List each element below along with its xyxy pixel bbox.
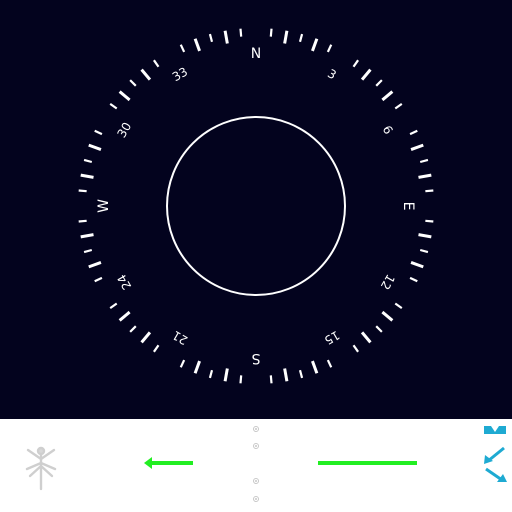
compass-tick [94, 276, 103, 283]
compass-tick [208, 369, 214, 379]
compass-tick [88, 261, 102, 269]
inner-ring [166, 116, 346, 296]
indicator-dot [253, 426, 259, 432]
compass-tick [152, 344, 160, 353]
compass-tick [129, 325, 137, 333]
compass-tick [409, 276, 418, 283]
compass-screen: N E S W 3 6 12 15 21 24 30 33 [0, 0, 512, 512]
bearing-label: 24 [114, 272, 134, 292]
compass-tick [83, 248, 93, 254]
compass-tick [94, 129, 103, 136]
compass-tick [352, 344, 360, 353]
compass-tick [109, 302, 118, 310]
compass-tick [109, 102, 118, 110]
compass-tick [410, 261, 424, 269]
compass-tick [311, 38, 319, 52]
compass-tick [419, 248, 429, 254]
compass-tick [425, 219, 434, 223]
compass-tick [394, 302, 403, 310]
cardinal-label: E [400, 202, 416, 211]
compass-tick [193, 38, 201, 52]
compass-tick [80, 173, 94, 179]
compass-tick [152, 59, 160, 68]
compass-tick [326, 44, 333, 53]
compass-tick [375, 325, 383, 333]
bearing-label: 3 [325, 66, 339, 82]
cardinal-label: W [96, 199, 112, 213]
compass-tick [409, 129, 418, 136]
bearing-label: 15 [322, 328, 342, 348]
compass-tick [381, 90, 394, 102]
compass-tick [193, 360, 201, 374]
cardinal-label: N [251, 46, 261, 62]
compass-tick [140, 331, 152, 344]
compass-tick [179, 359, 186, 368]
compass-tick [223, 30, 229, 44]
compass-tick [118, 310, 131, 322]
indicator-dot [253, 443, 259, 449]
compass-tick [129, 79, 137, 87]
compass-tick [360, 331, 372, 344]
compass-tick [269, 375, 273, 384]
bearing-label: 21 [170, 328, 190, 348]
compass-tick [410, 143, 424, 151]
indicator-dot [253, 478, 259, 484]
indicator-dot [253, 496, 259, 502]
compass-tick [394, 102, 403, 110]
compass-tick [425, 189, 434, 193]
compass-tick [239, 28, 243, 37]
compass-tick [418, 233, 432, 239]
cardinal-label: S [251, 350, 260, 366]
compass-dial: N E S W 3 6 12 15 21 24 30 33 [78, 28, 434, 384]
compass-tick [269, 28, 273, 37]
dragonfly-icon[interactable] [24, 446, 58, 492]
compass-tick [418, 173, 432, 179]
progress-line [318, 461, 417, 465]
bearing-label: 6 [380, 123, 396, 137]
left-arrow-icon[interactable] [142, 456, 194, 470]
compass-tick [88, 143, 102, 151]
bearing-label: 30 [114, 120, 134, 140]
compass-tick [283, 368, 289, 382]
compass-tick [352, 59, 360, 68]
compass-tick [360, 68, 372, 81]
compass-tick [298, 369, 304, 379]
compass-tick [80, 233, 94, 239]
collapse-arrows-icon[interactable] [482, 424, 508, 482]
bearing-label: 33 [170, 64, 190, 84]
compass-tick [239, 375, 243, 384]
compass-tick [326, 359, 333, 368]
compass-tick [311, 360, 319, 374]
compass-tick [208, 33, 214, 43]
compass-tick [419, 158, 429, 164]
compass-tick [83, 158, 93, 164]
compass-tick [78, 189, 87, 193]
compass-tick [179, 44, 186, 53]
compass-tick [223, 368, 229, 382]
compass-tick [381, 310, 394, 322]
compass-tick [283, 30, 289, 44]
compass-ticks [78, 28, 434, 384]
compass-tick [375, 79, 383, 87]
compass-tick [78, 219, 87, 223]
compass-view: N E S W 3 6 12 15 21 24 30 33 [0, 0, 512, 419]
bottom-control-bar [0, 419, 512, 512]
compass-labels: N E S W 3 6 12 15 21 24 30 33 [96, 46, 416, 366]
compass-tick [140, 68, 152, 81]
bearing-label: 12 [378, 272, 398, 292]
compass-tick [298, 33, 304, 43]
compass-tick [118, 90, 131, 102]
